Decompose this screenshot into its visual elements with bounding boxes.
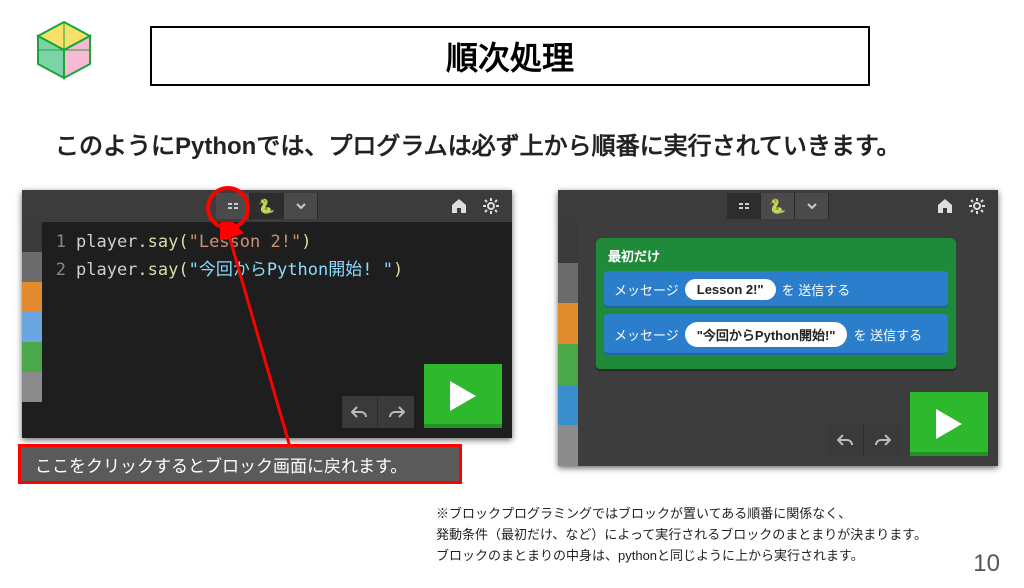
category-tabs[interactable] xyxy=(558,222,578,466)
editor-topbar: 🐍 xyxy=(558,190,998,222)
play-icon xyxy=(446,379,480,413)
undo-button[interactable] xyxy=(342,396,378,428)
dropdown-button[interactable] xyxy=(795,193,829,219)
python-tab-button[interactable]: 🐍 xyxy=(761,193,795,219)
send-message-block-1[interactable]: メッセージ Lesson 2!" を 送信する xyxy=(604,271,948,308)
run-button[interactable] xyxy=(424,364,502,428)
code-line-1: 1 player.say("Lesson 2!") xyxy=(42,228,512,256)
gear-icon[interactable] xyxy=(482,197,500,215)
python-editor: 🐍 1 player.say("Lesson xyxy=(22,190,512,438)
undo-button[interactable] xyxy=(828,424,864,456)
footnote-text: ※ブロックプログラミングではブロックが置いてある順番に関係なく、 発動条件（最初… xyxy=(436,504,927,566)
page-number: 10 xyxy=(973,550,1000,578)
block-editor: 🐍 最初だけ メッセージ xyxy=(558,190,998,466)
page-title: 順次処理 xyxy=(150,26,870,86)
blocks-tab-button[interactable] xyxy=(727,193,761,219)
home-icon[interactable] xyxy=(936,197,954,215)
editor-topbar: 🐍 xyxy=(22,190,512,222)
block-label: メッセージ xyxy=(614,280,679,299)
redo-button[interactable] xyxy=(378,396,414,428)
code-line-2: 2 player.say("今回からPython開始! ") xyxy=(42,256,512,284)
undo-redo-group xyxy=(342,396,414,428)
blocks-tab-button[interactable] xyxy=(216,193,250,219)
message-value-2[interactable]: "今回からPython開始!" xyxy=(685,322,848,347)
blocks-canvas[interactable]: 最初だけ メッセージ Lesson 2!" を 送信する メッセージ "今回から… xyxy=(578,222,998,466)
dropdown-button[interactable] xyxy=(284,193,318,219)
python-tab-button[interactable]: 🐍 xyxy=(250,193,284,219)
category-tabs[interactable] xyxy=(22,222,42,402)
redo-button[interactable] xyxy=(864,424,900,456)
block-suffix: を 送信する xyxy=(853,325,922,344)
home-icon[interactable] xyxy=(450,197,468,215)
block-label: メッセージ xyxy=(614,325,679,344)
undo-redo-group xyxy=(828,424,900,456)
logo-cube-icon xyxy=(32,18,96,82)
run-button[interactable] xyxy=(910,392,988,456)
hat-block-label: 最初だけ xyxy=(608,246,948,265)
on-start-block[interactable]: 最初だけ メッセージ Lesson 2!" を 送信する メッセージ "今回から… xyxy=(596,238,956,369)
annotation-tooltip: ここをクリックするとブロック画面に戻れます。 xyxy=(18,444,462,484)
block-suffix: を 送信する xyxy=(782,280,851,299)
intro-text: このようにPythonでは、プログラムは必ず上から順番に実行されていきます。 xyxy=(55,126,901,161)
play-icon xyxy=(932,407,966,441)
message-value-1[interactable]: Lesson 2!" xyxy=(685,279,776,300)
gear-icon[interactable] xyxy=(968,197,986,215)
send-message-block-2[interactable]: メッセージ "今回からPython開始!" を 送信する xyxy=(604,314,948,355)
